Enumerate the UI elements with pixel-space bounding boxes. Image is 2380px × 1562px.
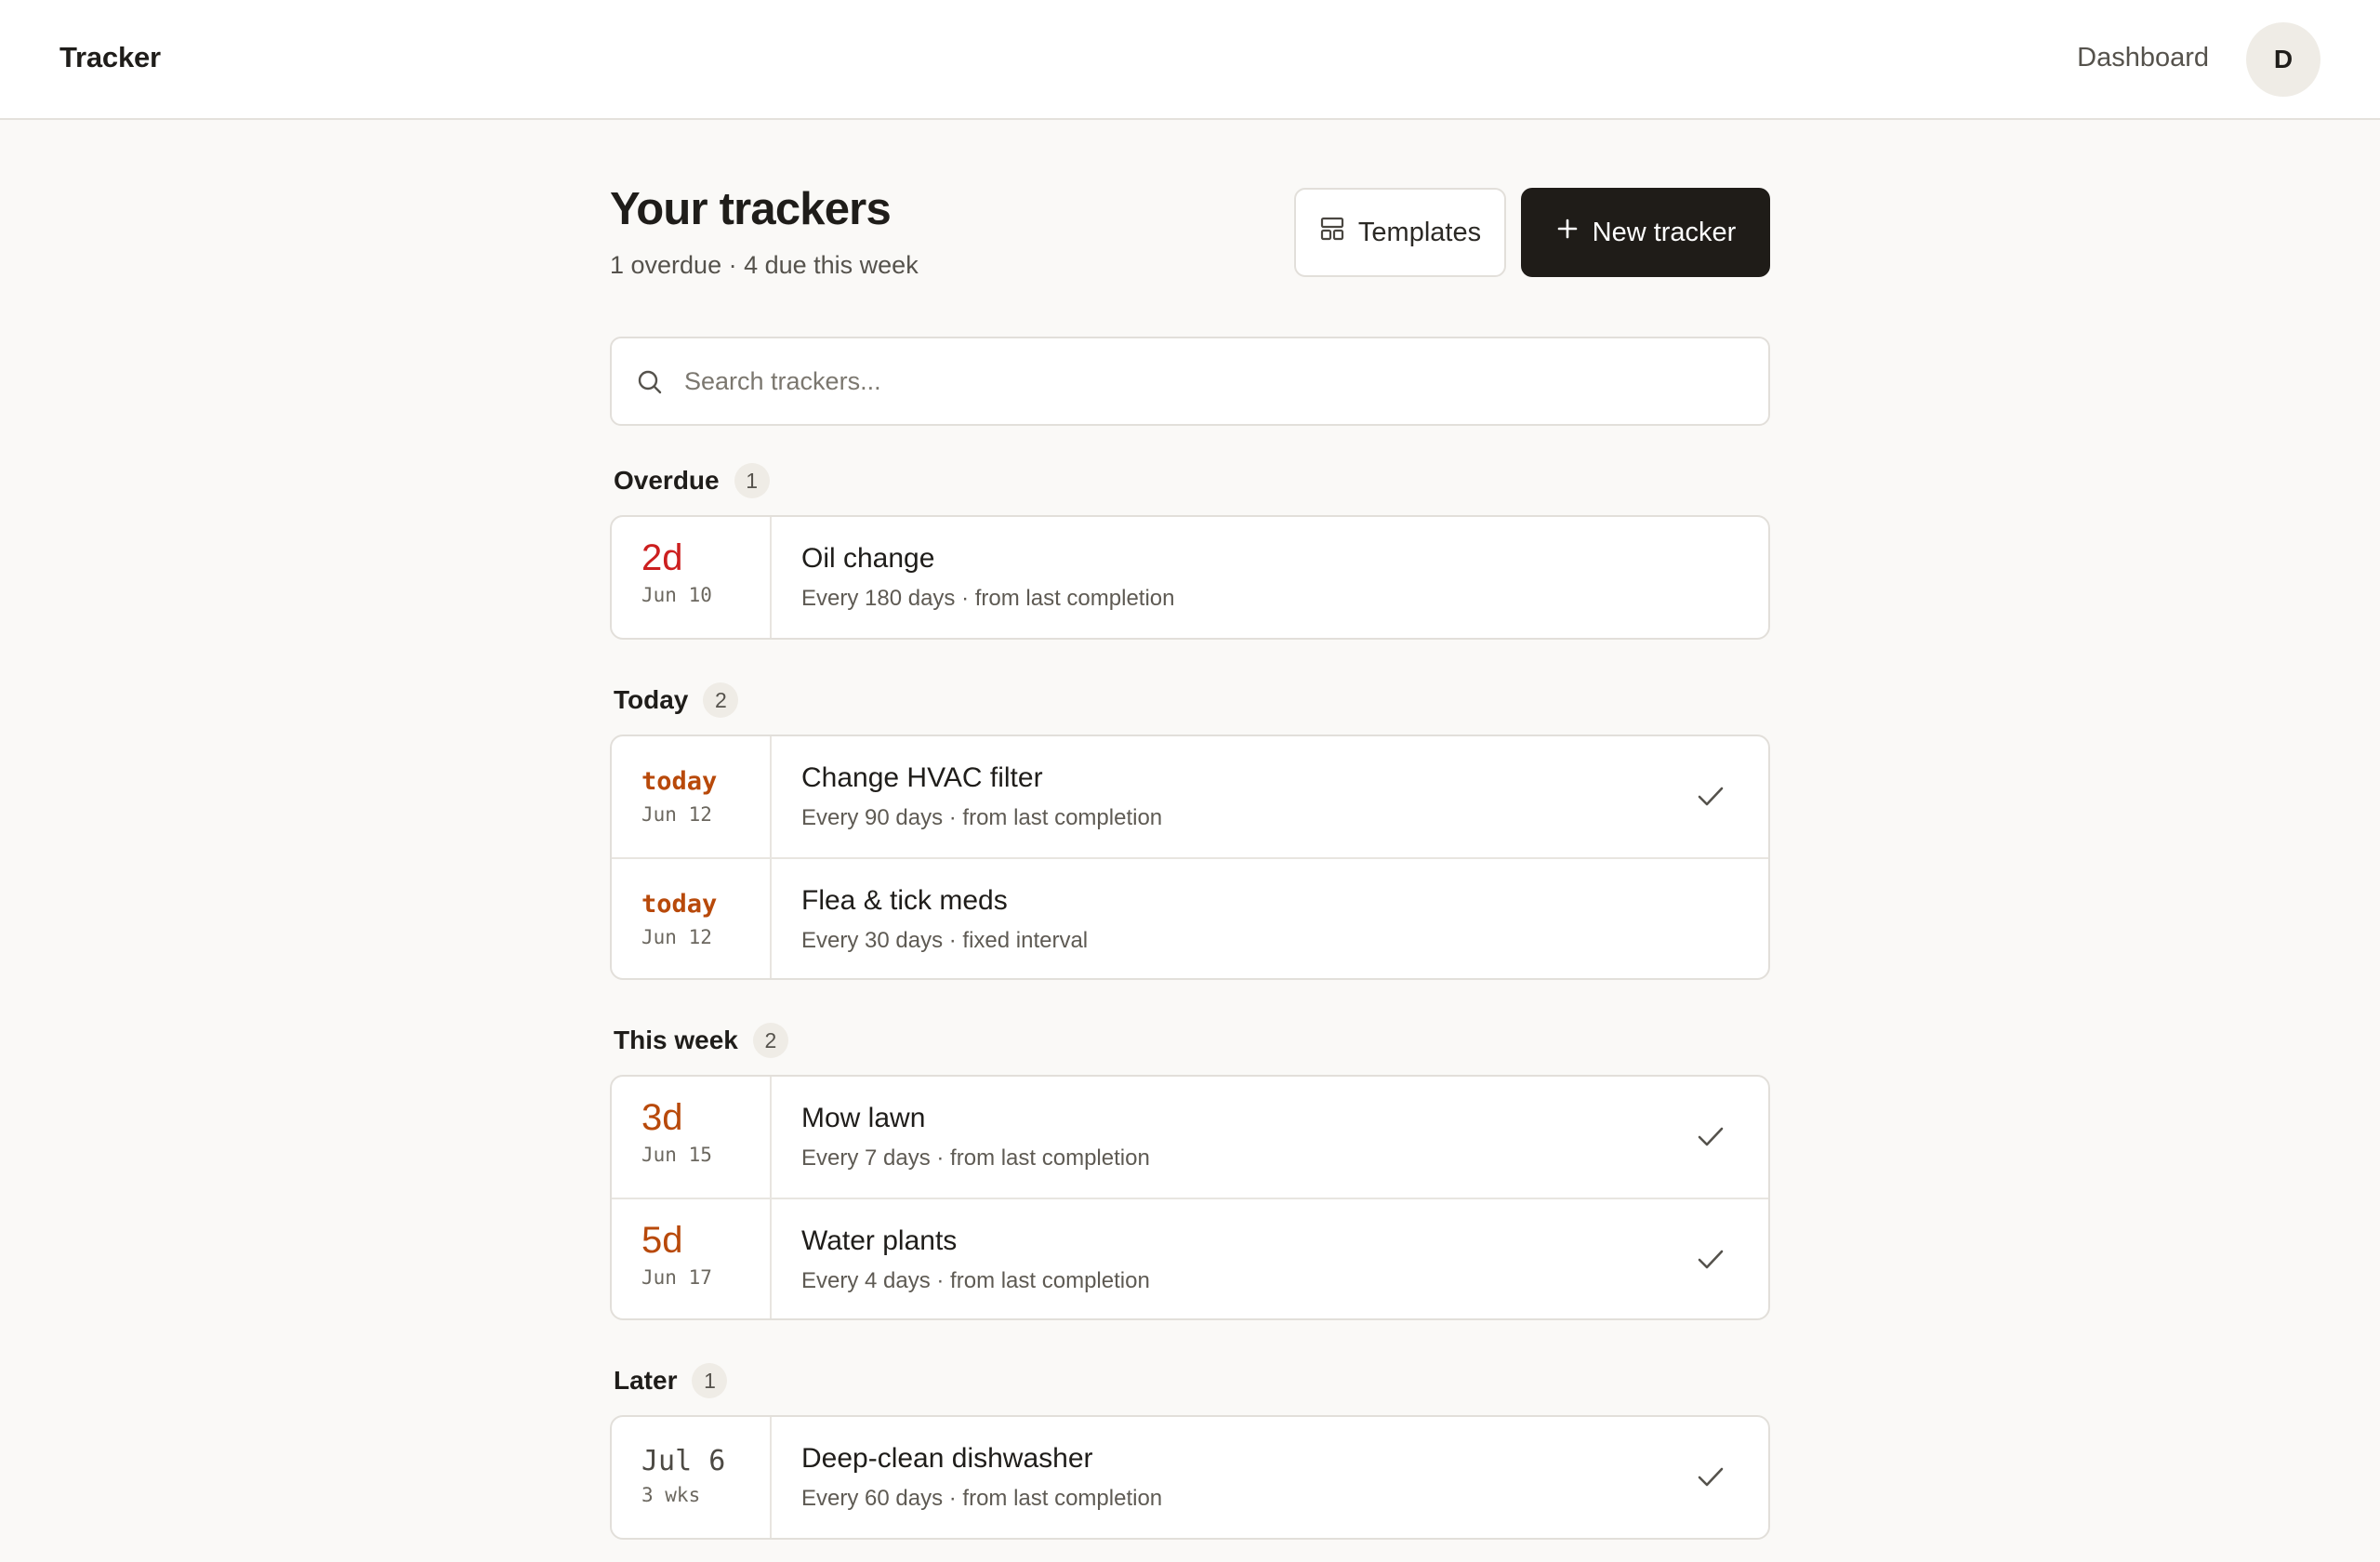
due-relative: Jul 6 [641,1445,726,1477]
due-date: Jun 12 [641,926,712,948]
tracker-schedule: Every 60 days · from last completion [801,1486,1163,1511]
tracker-schedule: Every 90 days · from last completion [801,805,1163,830]
section-count-badge: 1 [692,1363,728,1398]
tracker-row[interactable]: today Jun 12 Change HVAC filter Every 90… [612,736,1768,857]
due-date: 3 wks [641,1484,701,1506]
due-relative: 3d [641,1097,683,1138]
section-this-week-header: This week 2 [614,1022,788,1059]
top-bar: Tracker Dashboard D [0,0,2380,120]
due-cell: 5d Jun 17 [612,1199,772,1318]
tracker-name: Oil change [801,543,935,574]
section-title: Today [614,685,689,714]
section-this-week-card: 3d Jun 15 Mow lawn Every 7 days · from l… [610,1075,1770,1320]
due-relative: today [641,890,718,919]
tracker-name: Deep-clean dishwasher [801,1443,1093,1474]
tracker-schedule: Every 4 days · from last completion [801,1268,1150,1293]
section-later-header: Later 1 [614,1362,728,1399]
due-cell: today Jun 12 [612,859,772,978]
section-title: Later [614,1366,678,1395]
tracker-schedule: Every 30 days · fixed interval [801,928,1089,953]
section-count-badge: 2 [703,682,739,718]
new-tracker-button[interactable]: New tracker [1521,188,1770,277]
tracker-name: Mow lawn [801,1103,926,1133]
due-date: Jun 10 [641,584,712,606]
tracker-name: Change HVAC filter [801,762,1043,793]
brand-logo[interactable]: Tracker [60,41,161,74]
due-cell: 3d Jun 15 [612,1077,772,1198]
section-count-badge: 1 [734,463,770,498]
section-title: This week [614,1026,738,1054]
due-date: Jun 15 [641,1144,712,1166]
due-relative: 5d [641,1220,683,1261]
check-icon[interactable] [1694,779,1727,813]
nav-dashboard-link[interactable]: Dashboard [2077,43,2209,73]
new-tracker-button-label: New tracker [1592,217,1737,247]
page-title: Your trackers [610,184,892,234]
tracker-row[interactable]: 5d Jun 17 Water plants Every 4 days · fr… [612,1198,1768,1318]
section-later-card: Jul 6 3 wks Deep-clean dishwasher Every … [610,1415,1770,1540]
tracker-row[interactable]: 2d Jun 10 Oil change Every 180 days · fr… [612,517,1768,638]
search-input[interactable] [684,357,1726,405]
layout-grid-icon [1319,216,1345,249]
tracker-name: Flea & tick meds [801,885,1008,916]
due-relative: 2d [641,537,683,578]
due-cell: 2d Jun 10 [612,517,772,638]
tracker-schedule: Every 180 days · from last completion [801,586,1175,611]
due-cell: today Jun 12 [612,736,772,857]
search-box [610,337,1770,426]
avatar[interactable]: D [2246,22,2320,97]
due-cell: Jul 6 3 wks [612,1417,772,1538]
templates-button[interactable]: Templates [1294,188,1506,277]
section-count-badge: 2 [752,1023,788,1058]
tracker-name: Water plants [801,1225,958,1256]
section-overdue-header: Overdue 1 [614,462,770,499]
templates-button-label: Templates [1357,217,1482,247]
section-title: Overdue [614,466,720,495]
tracker-schedule: Every 7 days · from last completion [801,1145,1150,1171]
section-today-header: Today 2 [614,682,739,719]
tracker-row[interactable]: Jul 6 3 wks Deep-clean dishwasher Every … [612,1417,1768,1538]
check-icon[interactable] [1694,1460,1727,1493]
section-overdue-card: 2d Jun 10 Oil change Every 180 days · fr… [610,515,1770,640]
tracker-row[interactable]: 3d Jun 15 Mow lawn Every 7 days · from l… [612,1077,1768,1198]
section-today-card: today Jun 12 Change HVAC filter Every 90… [610,735,1770,980]
due-date: Jun 17 [641,1266,712,1289]
page-subtitle: 1 overdue · 4 due this week [610,251,919,279]
due-relative: today [641,767,718,796]
plus-icon [1555,217,1580,248]
check-icon[interactable] [1694,1242,1727,1276]
check-icon[interactable] [1694,1119,1727,1153]
search-icon [636,368,664,401]
tracker-row[interactable]: today Jun 12 Flea & tick meds Every 30 d… [612,857,1768,978]
due-date: Jun 12 [641,803,712,826]
